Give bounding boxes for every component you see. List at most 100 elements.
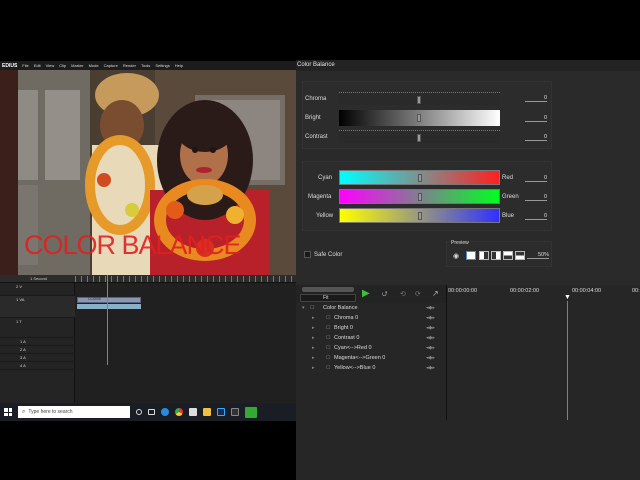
preview-zoom[interactable]: 50% <box>527 252 549 259</box>
bright-slider[interactable] <box>339 110 500 126</box>
edius-task-icon[interactable] <box>231 408 239 416</box>
fit-dropdown[interactable]: Fit <box>300 294 356 302</box>
undo-icon[interactable]: ⟲ <box>400 290 406 298</box>
menu-view[interactable]: View <box>46 63 55 68</box>
expand-icon[interactable]: ▸ <box>312 333 315 343</box>
keyframe-nav-icon[interactable]: ◂◆▸ <box>426 333 435 343</box>
video-clip[interactable] <box>77 297 141 303</box>
expand-icon[interactable]: ▾ <box>302 303 305 313</box>
keyframe-nav-icon[interactable]: ◂◆▸ <box>426 343 435 353</box>
menu-tools[interactable]: Tools <box>141 63 150 68</box>
magenta-green-thumb[interactable] <box>418 193 422 201</box>
checkbox-icon[interactable]: ☐ <box>326 363 330 373</box>
preview-full-icon[interactable] <box>466 251 476 260</box>
yellow-blue-slider[interactable] <box>339 208 500 223</box>
menu-render[interactable]: Render <box>123 63 136 68</box>
menu-settings[interactable]: Settings <box>155 63 169 68</box>
bright-value[interactable]: 0 <box>525 115 547 122</box>
chrome-icon[interactable] <box>175 408 183 416</box>
photoshop-icon[interactable] <box>217 408 225 416</box>
audio-clip[interactable] <box>77 304 141 309</box>
preview-split-v-icon[interactable] <box>479 251 489 260</box>
contrast-thumb[interactable] <box>417 134 421 142</box>
menu-file[interactable]: File <box>22 63 28 68</box>
tree-item-contrast[interactable]: ▸ ☐ Contrast 0 ◂◆▸ <box>296 333 446 343</box>
preview-split-v2-icon[interactable] <box>491 251 501 260</box>
taskview-icon[interactable] <box>148 409 155 415</box>
preview-split-h-icon[interactable] <box>503 251 513 260</box>
track-1va[interactable]: 1 VA <box>0 296 75 318</box>
checkbox-icon[interactable]: ☐ <box>326 313 330 323</box>
timeline-ruler <box>75 276 295 282</box>
keyframe-nav-icon[interactable]: ◂◆▸ <box>426 353 435 363</box>
green-app-icon[interactable] <box>245 406 257 418</box>
taskbar-search[interactable]: ⌕ Type here to search <box>18 406 130 418</box>
windows-taskbar: ⌕ Type here to search <box>0 403 296 421</box>
keyframe-playhead[interactable] <box>567 301 568 420</box>
folder-icon[interactable] <box>203 408 211 416</box>
keyframe-nav-icon[interactable]: ◂◆▸ <box>426 303 435 313</box>
keyframe-nav-icon[interactable]: ◂◆▸ <box>426 323 435 333</box>
contrast-slider[interactable] <box>339 130 500 143</box>
track-label: 1 VA <box>16 297 25 302</box>
tree-item-cyan-red[interactable]: ▸ ☐ Cyan<-->Red 0 ◂◆▸ <box>296 343 446 353</box>
track-3a[interactable]: 3 A <box>0 354 75 362</box>
timeline-scale[interactable]: 1 Second <box>30 276 47 281</box>
checkbox-icon[interactable]: ☐ <box>310 303 314 313</box>
chroma-value[interactable]: 0 <box>525 95 547 102</box>
track-1a[interactable]: 1 A <box>0 338 75 346</box>
tree-item-yellow-blue[interactable]: ▸ ☐ Yellow<-->Blue 0 ◂◆▸ <box>296 363 446 373</box>
edge-icon[interactable] <box>161 408 169 416</box>
track-label: 2 V <box>16 284 23 289</box>
play-icon[interactable]: ▶ <box>362 288 370 299</box>
tree-item-chroma[interactable]: ▸ ☐ Chroma 0 ◂◆▸ <box>296 313 446 323</box>
expand-icon[interactable]: ▸ <box>312 313 315 323</box>
expand-icon[interactable]: ▸ <box>312 323 315 333</box>
yellow-blue-value[interactable]: 0 <box>525 213 547 220</box>
checkbox-icon[interactable]: ☐ <box>326 323 330 333</box>
graph-icon[interactable]: ↗ <box>432 289 439 298</box>
menu-edit[interactable]: Edit <box>34 63 41 68</box>
playhead-marker-icon[interactable]: ▼ <box>564 294 571 301</box>
track-2v[interactable]: 2 V <box>0 283 75 296</box>
keyframe-add-icon[interactable]: ⮍ <box>382 290 388 301</box>
checkbox-icon[interactable]: ☐ <box>326 353 330 363</box>
keyframe-nav-icon[interactable]: ◂◆▸ <box>426 313 435 323</box>
menu-clip[interactable]: Clip <box>59 63 66 68</box>
track-2a[interactable]: 2 A <box>0 346 75 354</box>
safe-color-checkbox[interactable] <box>304 251 311 258</box>
magenta-green-slider[interactable] <box>339 189 500 204</box>
task-view-icon[interactable] <box>136 409 142 415</box>
track-1t[interactable]: 1 T <box>0 318 75 338</box>
cyan-red-slider[interactable] <box>339 170 500 185</box>
tree-item-bright[interactable]: ▸ ☐ Bright 0 ◂◆▸ <box>296 323 446 333</box>
cyan-red-value[interactable]: 0 <box>525 175 547 182</box>
zoom-slider[interactable] <box>302 287 354 292</box>
cyan-red-thumb[interactable] <box>418 174 422 182</box>
windows-start-icon[interactable] <box>4 408 12 416</box>
timeline-playhead[interactable] <box>107 275 108 365</box>
store-icon[interactable] <box>189 408 197 416</box>
track-4a[interactable]: 4 A <box>0 362 75 370</box>
tree-item-magenta-green[interactable]: ▸ ☐ Magenta<-->Green 0 ◂◆▸ <box>296 353 446 363</box>
keyframe-nav-icon[interactable]: ◂◆▸ <box>426 363 435 373</box>
bright-thumb[interactable] <box>417 114 421 122</box>
yellow-blue-thumb[interactable] <box>418 212 422 220</box>
expand-icon[interactable]: ▸ <box>312 343 315 353</box>
redo-icon[interactable]: ⟳ <box>415 290 421 298</box>
checkbox-icon[interactable]: ☐ <box>326 343 330 353</box>
menu-capture[interactable]: Capture <box>104 63 118 68</box>
chroma-slider[interactable] <box>339 92 500 105</box>
menu-mode[interactable]: Mode <box>89 63 99 68</box>
magenta-green-value[interactable]: 0 <box>525 194 547 201</box>
contrast-value[interactable]: 0 <box>525 134 547 141</box>
menu-marker[interactable]: Marker <box>71 63 83 68</box>
expand-icon[interactable]: ▸ <box>312 363 315 373</box>
checkbox-icon[interactable]: ☐ <box>326 333 330 343</box>
tree-item-color-balance[interactable]: ▾ ☐ Color Balance ◂◆▸ <box>296 303 446 313</box>
expand-icon[interactable]: ▸ <box>312 353 315 363</box>
preview-split-h2-icon[interactable] <box>515 251 525 260</box>
chroma-thumb[interactable] <box>417 96 421 104</box>
eye-icon[interactable]: ◉ <box>453 252 459 260</box>
menu-help[interactable]: Help <box>175 63 183 68</box>
